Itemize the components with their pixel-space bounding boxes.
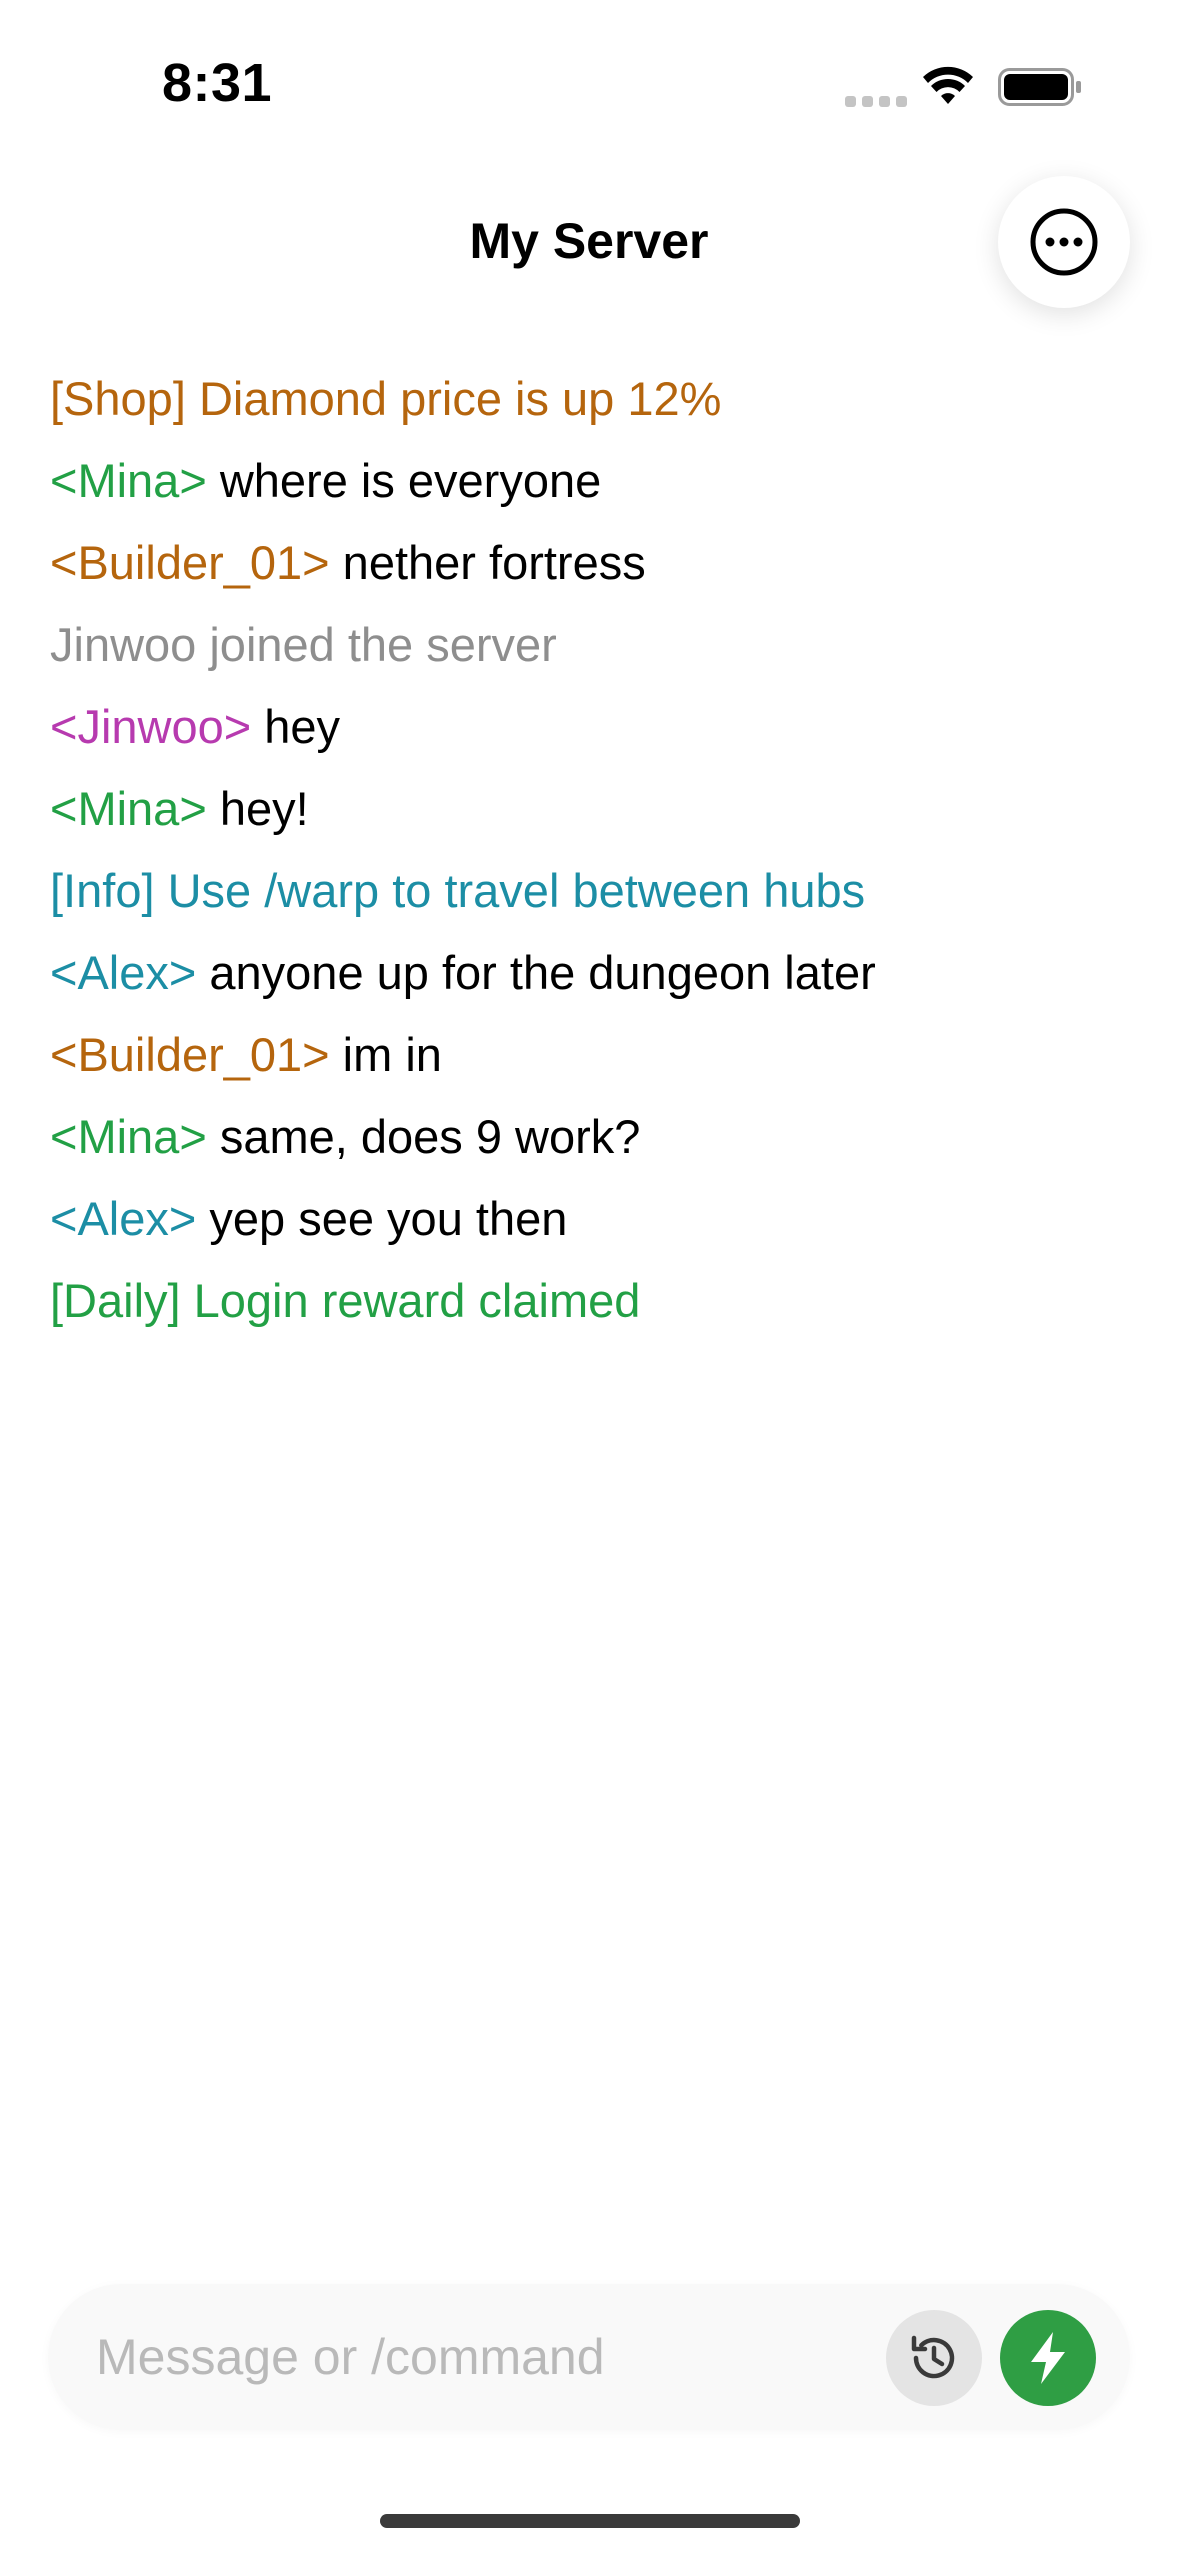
chat-line-prefix: <Alex> bbox=[50, 946, 197, 999]
chat-line-message: hey bbox=[251, 700, 341, 753]
chat-line: <Alex> yep see you then bbox=[50, 1178, 1130, 1260]
chat-line-prefix: <Jinwoo> bbox=[50, 700, 252, 753]
chat-line-prefix: <Mina> bbox=[50, 454, 207, 507]
chat-line: [Shop] Diamond price is up 12% bbox=[50, 358, 1130, 440]
chat-line: Jinwoo joined the server bbox=[50, 604, 1130, 686]
status-bar: 8:31 bbox=[0, 0, 1178, 150]
history-button[interactable] bbox=[886, 2310, 982, 2406]
wifi-icon bbox=[923, 66, 973, 104]
chat-line-message: where is everyone bbox=[206, 454, 602, 507]
battery-icon bbox=[998, 68, 1081, 106]
more-options-button[interactable] bbox=[998, 176, 1130, 308]
status-time: 8:31 bbox=[162, 53, 273, 113]
chat-line-prefix: <Alex> bbox=[50, 1192, 197, 1245]
chat-line-message: im in bbox=[329, 1028, 442, 1081]
chat-log: [Shop] Diamond price is up 12% <Mina> whe… bbox=[50, 358, 1130, 1342]
chat-line: [Info] Use /warp to travel between hubs bbox=[50, 850, 1130, 932]
chat-line: <Mina> hey! bbox=[50, 768, 1130, 850]
chat-line: [Daily] Login reward claimed bbox=[50, 1260, 1130, 1342]
cellular-signal-icon bbox=[845, 96, 907, 107]
chat-line-prefix: <Builder_01> bbox=[50, 536, 330, 589]
chat-line: <Mina> same, does 9 work? bbox=[50, 1096, 1130, 1178]
message-composer bbox=[48, 2284, 1130, 2430]
chat-line-message: hey! bbox=[206, 782, 309, 835]
chat-line: <Jinwoo> hey bbox=[50, 686, 1130, 768]
chat-line-prefix: Jinwoo joined the server bbox=[50, 618, 557, 671]
chat-line-message: anyone up for the dungeon later bbox=[196, 946, 876, 999]
chat-line-prefix: [Info] Use /warp to travel between hubs bbox=[50, 864, 866, 917]
message-input[interactable] bbox=[96, 2314, 876, 2400]
send-button[interactable] bbox=[1000, 2310, 1096, 2406]
chat-line-prefix: <Mina> bbox=[50, 1110, 207, 1163]
chat-line-message: nether fortress bbox=[329, 536, 646, 589]
home-indicator bbox=[380, 2514, 800, 2528]
chat-line-message: yep see you then bbox=[196, 1192, 568, 1245]
lightning-bolt-icon bbox=[1031, 2332, 1065, 2384]
chat-line: <Alex> anyone up for the dungeon later bbox=[50, 932, 1130, 1014]
chat-line: <Builder_01> nether fortress bbox=[50, 522, 1130, 604]
chat-line-prefix: [Daily] Login reward claimed bbox=[50, 1274, 641, 1327]
chat-line-prefix: [Shop] Diamond price is up 12% bbox=[50, 372, 722, 425]
chat-line-prefix: <Mina> bbox=[50, 782, 207, 835]
clock-history-icon bbox=[911, 2335, 955, 2379]
chat-line: <Mina> where is everyone bbox=[50, 440, 1130, 522]
ellipsis-circle-icon bbox=[1030, 208, 1098, 276]
chat-line: <Builder_01> im in bbox=[50, 1014, 1130, 1096]
chat-line-message: same, does 9 work? bbox=[206, 1110, 641, 1163]
chat-line-prefix: <Builder_01> bbox=[50, 1028, 330, 1081]
